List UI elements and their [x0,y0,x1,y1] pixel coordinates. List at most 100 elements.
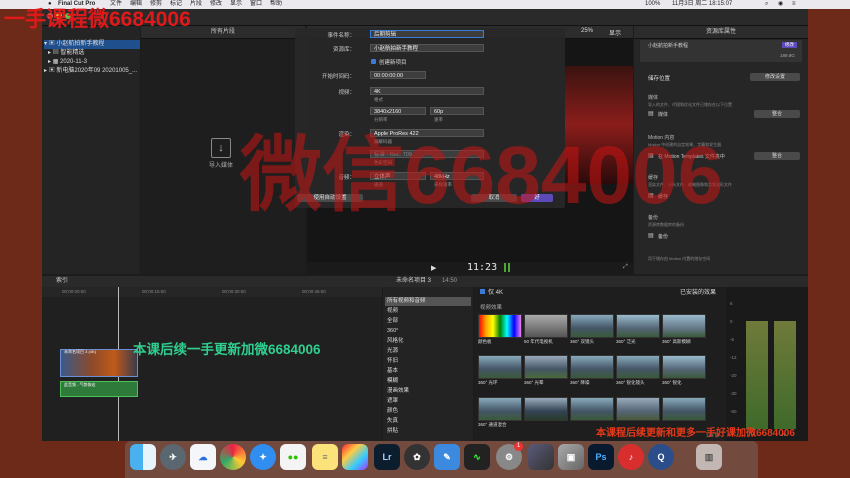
fullscreen-icon[interactable]: ⤢ [623,264,628,271]
viewer-display-menu[interactable]: 显示 [609,28,621,37]
inspector-title: 资源库属性 [705,29,736,35]
effects-category[interactable]: 拼贴 [385,427,471,436]
library-select[interactable]: 小赵航拍新手教程 [370,44,484,52]
effect-thumb[interactable] [524,397,568,421]
final-cut-icon[interactable] [342,444,368,470]
effects-category[interactable]: 失真 [385,417,471,426]
video-format-select[interactable]: 4K [370,87,484,95]
effect-label: 360° 高斯模糊 [662,339,691,344]
menu-view[interactable]: 显示 [230,0,242,9]
effects-category[interactable]: 视频 [385,307,471,316]
download-icon: ↓ [218,142,224,154]
library-row[interactable]: ▸ ▣ 新电脑2020年09 20201005_... [44,67,140,76]
effects-category[interactable]: 遮罩 [385,397,471,406]
effects-category[interactable]: 颜色 [385,407,471,416]
watermark-top-left: 一手课程微6684006 [4,8,191,31]
effects-category[interactable]: 基本 [385,367,471,376]
pencil-icon[interactable]: ✎ [434,444,460,470]
viewer-zoom[interactable]: 25% [581,28,593,34]
effect-thumb[interactable] [570,355,614,379]
activity-icon[interactable]: ∿ [464,444,490,470]
photoshop-icon[interactable]: Ps [588,444,614,470]
effect-thumb[interactable] [662,355,706,379]
search-icon[interactable]: ⌕ [765,0,768,9]
play-button[interactable]: ▶ [431,264,436,272]
netease-music-icon[interactable]: ♪ [618,444,644,470]
library-row[interactable]: ▸ ▤ 智能精选 [44,49,144,58]
effect-thumb[interactable] [478,355,522,379]
project-duration: 14:50 [442,278,458,284]
effect-thumb[interactable] [616,397,660,421]
consolidate-motion-button[interactable]: 整合 [754,152,800,160]
only-4k-label: 仅 4K [488,290,504,296]
lightroom-icon[interactable]: Lr [374,444,400,470]
effect-thumb[interactable] [616,314,660,338]
effects-category[interactable]: 怀旧 [385,357,471,366]
installed-effects-menu[interactable]: 已安装的效果 [680,287,716,296]
effects-category[interactable]: 风格化 [385,337,471,346]
event-name-field[interactable]: 后期剪辑 [370,30,484,38]
safari-icon[interactable]: ✦ [250,444,276,470]
effect-thumb[interactable] [570,314,614,338]
trash-icon[interactable]: ▥ [696,444,722,470]
user-icon[interactable]: ◉ [778,0,783,9]
start-timecode-field[interactable]: 00:00:00:00 [370,71,426,79]
imovie-icon[interactable] [528,444,554,470]
import-media-button[interactable]: ↓ [211,138,231,158]
project-name[interactable]: 未命名项目 3 [396,276,431,287]
effect-label: 360° 泛光 [616,339,636,344]
library-sidebar: ▾ ▣ 小赵航拍新手教程 ▸ ▤ 智能精选 ▸ ▦ 2020-11-3 ▸ ▣ … [42,26,140,274]
effects-category[interactable]: 所有视频和音频 [385,297,471,306]
library-icon: ▣ [48,41,55,47]
modify-badge[interactable]: 修改 [782,42,797,48]
effect-thumb[interactable] [616,355,660,379]
menu-clip[interactable]: 片段 [190,0,202,9]
index-button[interactable]: 索引 [56,276,68,287]
preview-icon[interactable]: ▣ [558,444,584,470]
ruler-tick: 00:00:15:00 [142,289,166,294]
effect-thumb[interactable] [478,397,522,421]
battery-status[interactable]: 100% [645,0,660,9]
meter-scale-label: 6 [730,301,733,306]
finder-icon[interactable] [130,444,156,470]
disclosure-icon[interactable]: ▸ [44,68,47,74]
modify-settings-button[interactable]: 修改设置 [750,73,800,81]
effect-thumb-color-board[interactable] [478,314,522,338]
effects-category[interactable]: 漫画效果 [385,387,471,396]
clock[interactable]: 11月3日 周二 18:15:07 [672,0,732,9]
folder-icon: ▤ [648,233,654,239]
effects-category[interactable]: 360° [385,327,471,336]
disclosure-icon[interactable]: ▸ [48,50,51,56]
menu-window[interactable]: 窗口 [250,0,262,9]
effects-category[interactable]: 全部 [385,317,471,326]
effect-thumb[interactable] [662,397,706,421]
only-4k-checkbox[interactable] [480,289,485,294]
effects-category[interactable]: 模糊 [385,377,471,386]
menu-help[interactable]: 帮助 [270,0,282,9]
wechat-icon[interactable]: ●● [280,444,306,470]
chrome-icon[interactable] [220,444,246,470]
menu-modify[interactable]: 修改 [210,0,222,9]
davinci-icon[interactable]: ✿ [404,444,430,470]
effect-thumb[interactable] [662,314,706,338]
create-project-checkbox[interactable] [371,59,376,64]
timeline: 00:00:00:00 00:00:15:00 00:00:30:00 00:0… [42,287,382,441]
disclosure-icon[interactable]: ▾ [44,41,47,47]
control-center-icon[interactable]: ≡ [792,0,796,9]
consolidate-media-button[interactable]: 整合 [754,110,800,118]
timeline-ruler [42,287,382,297]
library-label: 资源库： [332,47,355,53]
library-row[interactable]: ▾ ▣ 小赵航拍新手教程 [44,40,140,49]
notes-icon[interactable]: ≡ [312,444,338,470]
effect-thumb[interactable] [524,355,568,379]
launchpad-icon[interactable]: ✈ [160,444,186,470]
effects-category[interactable]: 光源 [385,347,471,356]
disclosure-icon[interactable]: ▸ [48,59,51,65]
meter-scale-label: -12 [730,355,737,360]
library-name: 新电脑2020年09 20201005_... [56,68,138,74]
library-row[interactable]: ▸ ▦ 2020-11-3 [44,58,144,67]
effect-thumb[interactable] [570,397,614,421]
effect-thumb[interactable] [524,314,568,338]
quicktime-icon[interactable]: Q [648,444,674,470]
baidu-netdisk-icon[interactable]: ☁ [190,444,216,470]
